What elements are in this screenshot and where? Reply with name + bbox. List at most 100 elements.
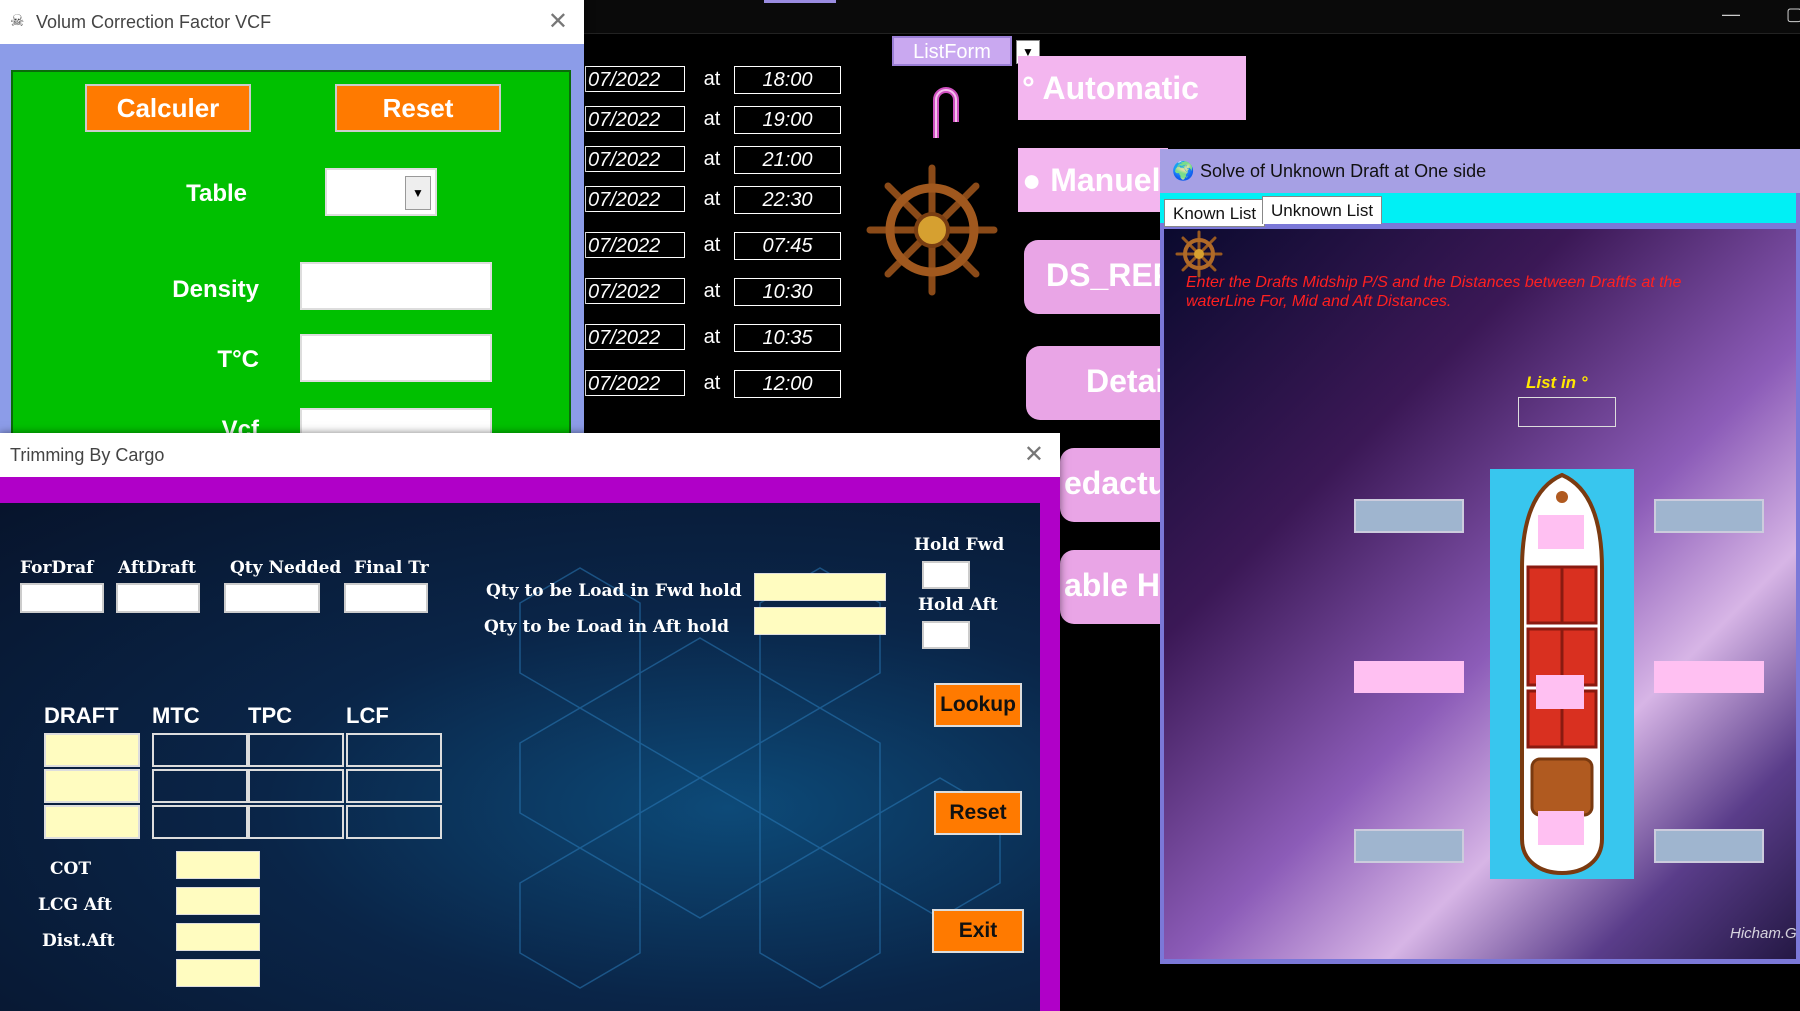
cot-output[interactable] bbox=[176, 851, 260, 879]
active-tab-indicator bbox=[764, 0, 836, 3]
time-field[interactable]: 18:00 bbox=[734, 66, 841, 94]
maximize-icon[interactable]: ▢ bbox=[1786, 4, 1800, 25]
date-field[interactable]: 07/2022 bbox=[585, 146, 685, 172]
hold-fwd-input[interactable] bbox=[922, 561, 970, 589]
final-tr-input[interactable] bbox=[344, 583, 428, 613]
lcf-header: LCF bbox=[346, 703, 389, 728]
table-cell[interactable] bbox=[346, 769, 442, 803]
reset-button[interactable]: Reset bbox=[934, 791, 1022, 835]
density-input[interactable] bbox=[300, 262, 492, 310]
vcf-close-icon[interactable]: ✕ bbox=[548, 0, 568, 44]
table-cell[interactable] bbox=[346, 805, 442, 839]
hold-aft-label: Hold Aft bbox=[918, 595, 998, 615]
aft-stbd-draft-input[interactable] bbox=[1654, 829, 1764, 863]
space-background: Enter the Drafts Midship P/S and the Dis… bbox=[1164, 229, 1796, 959]
date-field[interactable]: 07/2022 bbox=[585, 324, 685, 350]
chevron-down-icon[interactable]: ▼ bbox=[405, 176, 431, 210]
time-field[interactable]: 07:45 bbox=[734, 232, 841, 260]
qty-nedded-input[interactable] bbox=[224, 583, 320, 613]
exit-button[interactable]: Exit bbox=[932, 909, 1024, 953]
time-field[interactable]: 12:00 bbox=[734, 370, 841, 398]
table-select[interactable]: ▼ bbox=[325, 168, 437, 216]
table-cell[interactable] bbox=[346, 733, 442, 767]
tab-unknown-list[interactable]: Unknown List bbox=[1262, 196, 1383, 224]
table-cell[interactable] bbox=[152, 805, 248, 839]
fwd-stbd-draft-input[interactable] bbox=[1654, 499, 1764, 533]
redaction-button[interactable]: edactu bbox=[1060, 448, 1174, 522]
table-cell[interactable] bbox=[152, 769, 248, 803]
dist-aft-output[interactable] bbox=[176, 923, 260, 951]
minimize-icon[interactable]: — bbox=[1722, 4, 1740, 25]
lookup-button[interactable]: Lookup bbox=[934, 683, 1022, 727]
ship-wheel-icon bbox=[866, 164, 998, 296]
list-input[interactable] bbox=[1518, 397, 1616, 427]
time-field[interactable]: 22:30 bbox=[734, 186, 841, 214]
mid-distance-input[interactable] bbox=[1536, 675, 1584, 709]
temperature-input[interactable] bbox=[300, 334, 492, 382]
vcf-window-title: Volum Correction Factor VCF bbox=[36, 12, 272, 32]
at-label: at bbox=[703, 108, 721, 130]
tab-known-list[interactable]: Known List bbox=[1164, 199, 1266, 227]
solve-title-bar: 🌍 Solve of Unknown Draft at One side bbox=[1160, 149, 1800, 193]
density-label: Density bbox=[172, 276, 259, 303]
aftdraft-label: AftDraft bbox=[118, 558, 196, 578]
watermark-text: Hicham.G bbox=[1730, 925, 1796, 942]
table-cell[interactable] bbox=[152, 733, 248, 767]
aft-port-draft-input[interactable] bbox=[1354, 829, 1464, 863]
date-field[interactable]: 07/2022 bbox=[585, 186, 685, 212]
qty-aft-label: Qty to be Load in Aft hold bbox=[484, 617, 730, 637]
at-label: at bbox=[703, 326, 721, 348]
final-tr-label: Final Tr bbox=[354, 558, 429, 578]
mid-stbd-draft-input[interactable] bbox=[1654, 661, 1764, 693]
date-field[interactable]: 07/2022 bbox=[585, 232, 685, 258]
fwd-distance-input[interactable] bbox=[1538, 515, 1584, 549]
aftdraft-input[interactable] bbox=[116, 583, 200, 613]
automatic-radio[interactable]: ° Automatic bbox=[1018, 56, 1246, 120]
qty-fwd-output[interactable] bbox=[754, 573, 886, 601]
date-field[interactable]: 07/2022 bbox=[585, 106, 685, 132]
at-label: at bbox=[703, 234, 721, 256]
trimming-close-icon[interactable]: ✕ bbox=[1024, 433, 1044, 477]
uturn-arrow-icon[interactable] bbox=[924, 82, 964, 142]
listform-combo[interactable]: ListForm bbox=[892, 36, 1012, 66]
fwd-port-draft-input[interactable] bbox=[1354, 499, 1464, 533]
fordraf-input[interactable] bbox=[20, 583, 104, 613]
hold-aft-input[interactable] bbox=[922, 621, 970, 649]
table-cell[interactable] bbox=[44, 733, 140, 767]
mtc-header: MTC bbox=[152, 703, 200, 728]
at-label: at bbox=[703, 148, 721, 170]
date-field[interactable]: 07/2022 bbox=[585, 66, 685, 92]
date-field[interactable]: 07/2022 bbox=[585, 370, 685, 396]
table-h-button[interactable]: able H bbox=[1060, 550, 1174, 624]
hold-fwd-label: Hold Fwd bbox=[914, 535, 1005, 555]
date-field[interactable]: 07/2022 bbox=[585, 278, 685, 304]
reset-button[interactable]: Reset bbox=[335, 84, 501, 132]
table-cell[interactable] bbox=[44, 805, 140, 839]
calculer-button[interactable]: Calculer bbox=[85, 84, 251, 132]
trimming-title-bar: Trimming By Cargo ✕ bbox=[0, 433, 1060, 477]
at-label: at bbox=[703, 68, 721, 90]
table-cell[interactable] bbox=[248, 733, 344, 767]
extra-output[interactable] bbox=[176, 959, 260, 987]
table-cell[interactable] bbox=[248, 805, 344, 839]
temperature-label: T°C bbox=[217, 346, 259, 373]
time-field[interactable]: 10:35 bbox=[734, 324, 841, 352]
table-cell[interactable] bbox=[248, 769, 344, 803]
skull-icon: ☠ bbox=[10, 13, 25, 30]
ship-wheel-small-icon bbox=[1175, 230, 1223, 278]
qty-fwd-label: Qty to be Load in Fwd hold bbox=[486, 581, 742, 601]
time-field[interactable]: 21:00 bbox=[734, 146, 841, 174]
draft-header: DRAFT bbox=[44, 703, 119, 728]
time-field[interactable]: 10:30 bbox=[734, 278, 841, 306]
details-button[interactable]: Detai bbox=[1026, 346, 1174, 420]
manuel-radio[interactable]: ● Manuel bbox=[1018, 148, 1168, 212]
at-label: at bbox=[703, 280, 721, 302]
table-cell[interactable] bbox=[44, 769, 140, 803]
aft-distance-input[interactable] bbox=[1538, 811, 1584, 845]
qty-aft-output[interactable] bbox=[754, 607, 886, 635]
time-field[interactable]: 19:00 bbox=[734, 106, 841, 134]
lcg-aft-output[interactable] bbox=[176, 887, 260, 915]
mid-port-draft-input[interactable] bbox=[1354, 661, 1464, 693]
ds-rep-button[interactable]: DS_REP bbox=[1024, 240, 1174, 314]
globe-icon: 🌍 bbox=[1172, 161, 1195, 181]
